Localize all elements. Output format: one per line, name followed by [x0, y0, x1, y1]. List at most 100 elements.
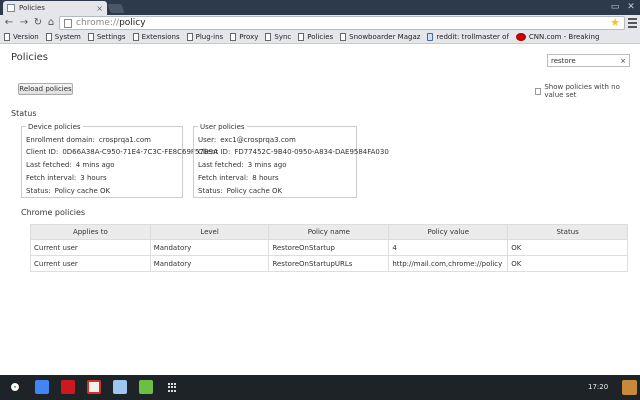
- status-heading: Status: [11, 109, 37, 118]
- bookmark-system[interactable]: System: [45, 33, 81, 41]
- bookmark-extensions[interactable]: Extensions: [132, 33, 180, 41]
- table-cell: RestoreOnStartup: [268, 239, 390, 256]
- user-last-fetched-row: Last fetched: 3 mins ago: [198, 161, 287, 169]
- tab-strip: Policies × ▭ ✕: [0, 0, 640, 15]
- gmail-icon[interactable]: [87, 380, 101, 394]
- new-tab-button[interactable]: [107, 4, 125, 13]
- page-favicon-icon: [7, 4, 15, 12]
- table-row: Current user Mandatory RestoreOnStartupU…: [30, 255, 628, 272]
- bookmark-snowboarder[interactable]: Snowboarder Magaz: [340, 33, 420, 41]
- bookmark-settings[interactable]: Settings: [87, 33, 126, 41]
- reload-icon[interactable]: ↻: [32, 17, 44, 29]
- table-cell: RestoreOnStartupURLs: [268, 255, 390, 272]
- tab-policies[interactable]: Policies ×: [3, 1, 107, 15]
- column-header[interactable]: Policy value: [388, 224, 509, 240]
- bookmark-label: Sync: [274, 33, 292, 41]
- show-no-value-label: Show policies with no value set: [544, 83, 620, 99]
- bookmark-star-icon[interactable]: ★: [610, 17, 620, 29]
- user-avatar[interactable]: [622, 380, 637, 395]
- search-clear-icon[interactable]: ×: [620, 57, 626, 65]
- bookmark-page-icon: [4, 33, 10, 41]
- bookmark-version[interactable]: Version: [4, 33, 39, 41]
- policy-table: Applies to Level Policy name Policy valu…: [30, 224, 628, 272]
- google-search-icon[interactable]: [35, 380, 49, 394]
- device-last-fetched-row: Last fetched: 4 mins ago: [26, 161, 115, 169]
- policy-search-input[interactable]: restore ×: [547, 54, 630, 67]
- chrome-policies-heading: Chrome policies: [21, 208, 86, 217]
- bookmark-label: Settings: [96, 33, 126, 41]
- table-cell: Current user: [30, 239, 151, 256]
- device-client-id-row: Client ID: 0D66A38A-C950-71E4-7C3C-FE8C69…: [26, 148, 218, 156]
- bookmark-label: Proxy: [239, 33, 259, 41]
- reload-policies-button[interactable]: Reload policies: [18, 83, 73, 95]
- address-bar[interactable]: chrome:// policy ★: [59, 16, 625, 30]
- bookmark-page-icon: [230, 33, 237, 41]
- bookmark-reddit[interactable]: reddit: trollmaster of: [427, 33, 509, 41]
- device-fetch-interval-row: Fetch interval: 3 hours: [26, 174, 107, 182]
- bookmark-page-icon: [132, 33, 139, 41]
- column-header[interactable]: Level: [149, 224, 270, 240]
- youtube-icon[interactable]: [61, 380, 75, 394]
- url-scheme: chrome://: [76, 18, 120, 28]
- bookmarks-bar: Version System Settings Extensions Plug-…: [0, 31, 640, 44]
- bookmark-cnn[interactable]: CNN.com - Breaking: [515, 33, 600, 41]
- tasks-icon[interactable]: [139, 380, 153, 394]
- app-launcher-icon[interactable]: [168, 383, 177, 392]
- page-title: Policies: [11, 52, 48, 63]
- user-status-row: Status: Policy cache OK: [198, 187, 283, 195]
- bookmark-label: Plug-ins: [195, 33, 224, 41]
- table-row: Current user Mandatory RestoreOnStartup …: [30, 239, 628, 256]
- bookmark-page-icon: [87, 33, 94, 41]
- bookmark-plugins[interactable]: Plug-ins: [186, 33, 224, 41]
- system-clock[interactable]: 17:20: [588, 383, 608, 391]
- chrome-icon[interactable]: [8, 380, 22, 394]
- bookmark-label: CNN.com - Breaking: [528, 33, 600, 41]
- user-row: User: exc1@crosprqa3.com: [198, 136, 296, 144]
- browser-toolbar: ← → ↻ ⌂ chrome:// policy ★: [0, 15, 640, 31]
- cnn-icon: [515, 33, 526, 41]
- column-header[interactable]: Policy name: [268, 224, 390, 240]
- page-icon: [64, 18, 72, 28]
- bookmark-policies[interactable]: Policies: [298, 33, 333, 41]
- enrollment-domain-row: Enrollment domain: crosprqa1.com: [26, 136, 151, 144]
- user-policies-legend: User policies: [198, 123, 247, 131]
- bookmark-proxy[interactable]: Proxy: [230, 33, 258, 41]
- bookmark-label: System: [54, 33, 81, 41]
- search-value: restore: [551, 56, 576, 65]
- bookmark-page-icon: [186, 33, 193, 41]
- forward-icon[interactable]: →: [18, 17, 30, 29]
- user-client-id-row: Client ID: FD77452C-9B40-0950-A834-DAE958…: [198, 148, 389, 156]
- device-policies-box: Device policies Enrollment domain: crospr…: [21, 123, 218, 198]
- table-cell: Mandatory: [149, 239, 270, 256]
- window-close-icon[interactable]: ✕: [626, 2, 636, 12]
- tab-title: Policies: [19, 4, 45, 12]
- tab-close-icon[interactable]: ×: [96, 4, 103, 13]
- table-cell: Current user: [30, 255, 151, 272]
- snowboarder-icon: [340, 33, 347, 41]
- table-cell: 4: [388, 239, 509, 256]
- table-cell: OK: [507, 239, 628, 256]
- minimize-icon[interactable]: ▭: [610, 2, 620, 12]
- bookmark-label: Version: [13, 33, 39, 41]
- bookmark-page-icon: [45, 33, 52, 41]
- home-icon[interactable]: ⌂: [45, 17, 57, 29]
- system-shelf: 17:20: [0, 375, 640, 400]
- show-no-value-checkbox[interactable]: [535, 87, 542, 95]
- policy-page: Policies restore × Reload policies Show …: [0, 45, 640, 375]
- show-no-value-toggle[interactable]: Show policies with no value set: [535, 83, 640, 99]
- bookmark-label: reddit: trollmaster of: [436, 33, 509, 41]
- user-fetch-interval-row: Fetch interval: 8 hours: [198, 174, 279, 182]
- back-icon[interactable]: ←: [3, 17, 15, 29]
- table-cell: OK: [507, 255, 628, 272]
- bookmark-sync[interactable]: Sync: [265, 33, 291, 41]
- bookmark-label: Extensions: [141, 33, 180, 41]
- column-header[interactable]: Status: [507, 224, 628, 240]
- chrome-menu-icon[interactable]: [628, 18, 637, 28]
- files-icon[interactable]: [113, 380, 127, 394]
- column-header[interactable]: Applies to: [30, 224, 151, 240]
- table-header-row: Applies to Level Policy name Policy valu…: [30, 224, 628, 240]
- url-host: policy: [119, 18, 146, 28]
- user-policies-box: User policies User: exc1@crosprqa3.com Cl…: [193, 123, 389, 198]
- bookmark-page-icon: [265, 33, 272, 41]
- table-cell: Mandatory: [149, 255, 270, 272]
